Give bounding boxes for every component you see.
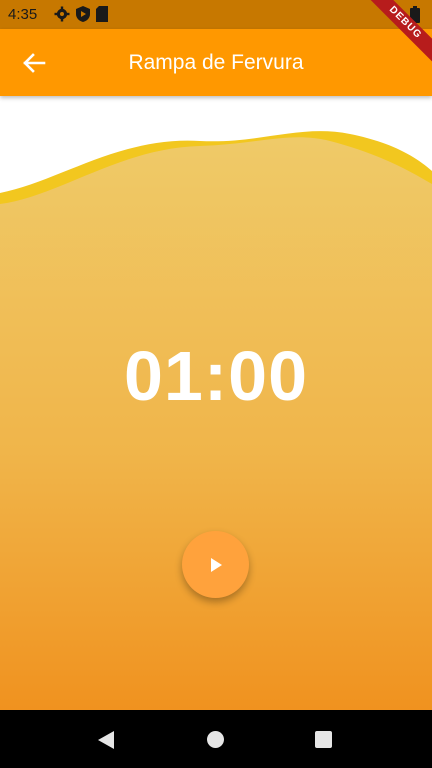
play-icon xyxy=(210,557,222,572)
status-bar: 4:35 xyxy=(0,0,432,29)
back-triangle-icon[interactable] xyxy=(97,730,115,750)
status-icons-left xyxy=(54,6,108,22)
wifi-icon xyxy=(384,7,402,22)
system-nav-bar xyxy=(0,710,432,768)
battery-icon xyxy=(410,6,420,23)
home-circle-icon[interactable] xyxy=(207,731,224,748)
countdown-timer: 01:00 xyxy=(123,337,309,415)
shield-play-icon xyxy=(76,6,90,22)
page-title: Rampa de Fervura xyxy=(128,51,304,74)
recents-square-icon[interactable] xyxy=(315,731,332,748)
timer-screen: 01:00 xyxy=(0,96,432,710)
status-time: 4:35 xyxy=(8,6,38,23)
play-button[interactable] xyxy=(182,531,249,598)
gear-icon xyxy=(54,6,70,22)
status-icons-right xyxy=(384,6,420,23)
app-bar: Rampa de Fervura xyxy=(0,29,432,96)
sd-card-icon xyxy=(96,6,108,22)
